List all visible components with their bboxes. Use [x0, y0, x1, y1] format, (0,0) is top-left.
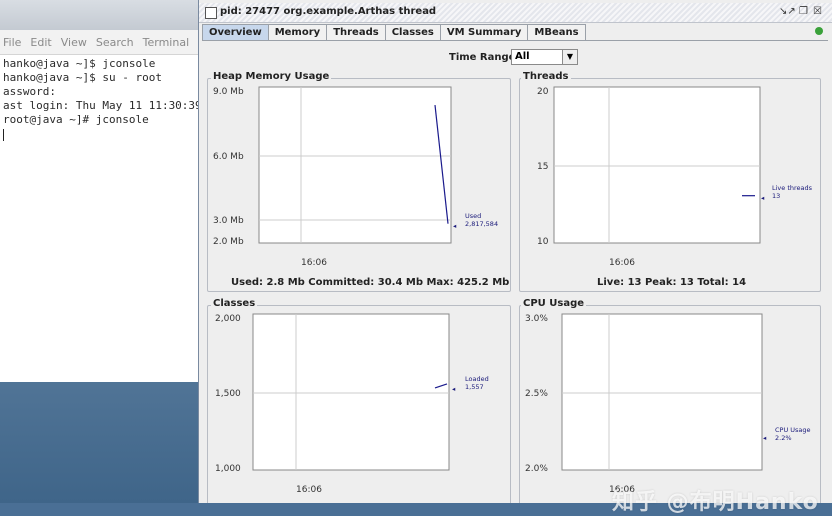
- cpu-ytick: 2.0%: [525, 464, 548, 474]
- cpu-marker-name: CPU Usage: [775, 426, 811, 434]
- menu-search[interactable]: Search: [96, 36, 134, 49]
- text-cursor: [3, 129, 4, 141]
- terminal-line: hanko@java ~]$ su - root: [3, 71, 162, 84]
- menu-view[interactable]: View: [61, 36, 87, 49]
- menu-terminal[interactable]: Terminal: [143, 36, 190, 49]
- watermark: 知乎 @布明Hanko: [612, 490, 819, 515]
- cpu-ytick: 2.5%: [525, 389, 548, 399]
- terminal-window[interactable]: File Edit View Search Terminal He hanko@…: [0, 30, 200, 382]
- terminal-line: root@java ~]# jconsole: [3, 113, 149, 126]
- cpu-ytick: 3.0%: [525, 314, 548, 324]
- jconsole-window: pid: 27477 org.example.Arthas thread ↘↗ …: [198, 0, 832, 503]
- cpu-marker-arrow: ◂: [763, 434, 767, 442]
- menu-file[interactable]: File: [3, 36, 21, 49]
- cpu-plot-area: [561, 313, 763, 471]
- top-panel: [0, 0, 200, 30]
- cpu-marker-value: 2.2%: [775, 434, 792, 442]
- menu-edit[interactable]: Edit: [30, 36, 51, 49]
- cpu-chart: 3.0% 2.5% 2.0% 16:06 ◂ CPU Usage 2.2%: [525, 313, 811, 495]
- terminal-menubar: File Edit View Search Terminal He: [0, 30, 200, 55]
- terminal-line: assword:: [3, 85, 56, 98]
- terminal-line: ast login: Thu May 11 11:30:39: [3, 99, 200, 112]
- terminal-output[interactable]: hanko@java ~]$ jconsole hanko@java ~]$ su…: [0, 55, 200, 145]
- terminal-line: hanko@java ~]$ jconsole: [3, 57, 156, 70]
